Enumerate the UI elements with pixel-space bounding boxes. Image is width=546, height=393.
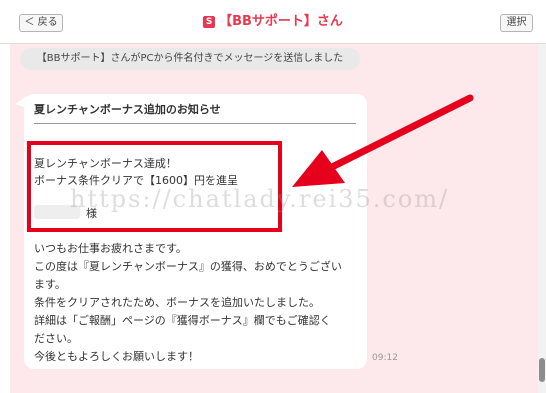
annotation-arrow-icon bbox=[292, 94, 474, 187]
